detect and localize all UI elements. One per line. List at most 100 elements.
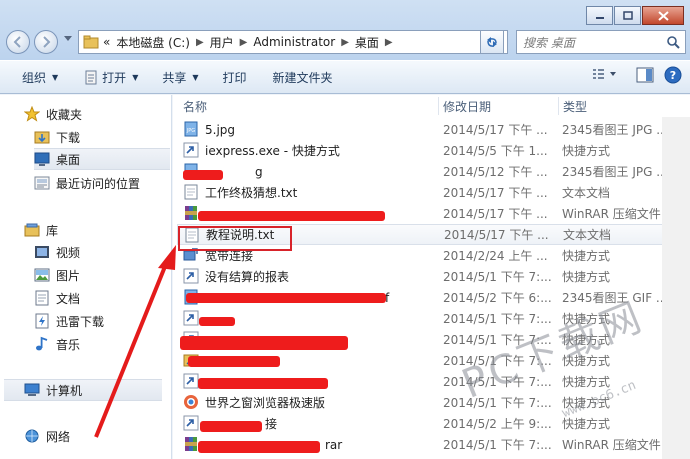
breadcrumb-local-disk[interactable]: 本地磁盘 (C:) (116, 34, 190, 51)
redaction (199, 317, 235, 326)
file-name: 没有结算的报表 (205, 270, 290, 284)
column-divider[interactable] (558, 97, 559, 115)
breadcrumb-separator-icon[interactable]: ▶ (341, 37, 349, 48)
back-button[interactable] (6, 30, 30, 54)
sidebar-item-label: 最近访问的位置 (56, 176, 141, 191)
browser-icon (183, 394, 199, 410)
redaction (198, 441, 320, 453)
title-bar: « 本地磁盘 (C:) ▶ 用户 ▶ Administrator ▶ 桌面 ▶ … (0, 0, 690, 60)
svg-text:JPG: JPG (186, 128, 195, 134)
download-folder-icon (34, 129, 50, 145)
breadcrumb-label: 桌面 (354, 35, 379, 50)
share-button[interactable]: 共享 ▼ (154, 65, 206, 89)
open-button[interactable]: 打开 ▼ (76, 65, 146, 89)
music-icon (34, 336, 50, 352)
command-bar: 组织 ▼ 打开 ▼ 共享 ▼ 打印 新建文件夹 ? (0, 60, 690, 94)
sidebar-item-favorites[interactable]: 收藏夹 (24, 103, 171, 125)
minimize-button[interactable] (586, 6, 613, 25)
file-date: 2014/5/5 下午 1... (443, 144, 548, 158)
file-type: 快捷方式 (562, 144, 611, 158)
breadcrumb-users[interactable]: 用户 (210, 34, 234, 51)
column-header-date[interactable]: 修改日期 (443, 95, 491, 117)
redaction (183, 170, 223, 180)
breadcrumb-administrator[interactable]: Administrator (253, 35, 335, 49)
file-date: 2014/5/17 下午 ... (443, 207, 548, 221)
file-row[interactable]: JPG 5.jpg 2014/5/17 下午 ... 2345看图王 JPG ... (177, 119, 668, 140)
refresh-button[interactable] (480, 30, 504, 54)
file-date: 2014/5/12 下午 ... (443, 165, 548, 179)
sidebar-item-label: 计算机 (46, 383, 83, 398)
search-placeholder: 搜索 桌面 (523, 35, 575, 50)
file-row[interactable]: iexpress.exe - 快捷方式 2014/5/5 下午 1... 快捷方式 (177, 140, 663, 161)
shortcut-icon (183, 142, 199, 158)
sidebar-item-video[interactable]: 视频 (34, 241, 171, 263)
network-icon (24, 428, 40, 444)
redaction (186, 293, 386, 303)
file-type: WinRAR 压缩文件 (562, 438, 661, 452)
navigation-pane: 收藏夹 下载 桌面 最近访问的位置 库 视频 图片 文档 迅雷下载 音乐 计算机 (0, 95, 172, 459)
breadcrumb-separator-icon[interactable]: ▶ (196, 37, 204, 48)
file-row[interactable]: JPGg2014/5/12 下午 ...2345看图王 JPG ... (177, 161, 668, 182)
file-type: 文本文档 (562, 186, 611, 200)
maximize-button[interactable] (614, 6, 641, 25)
recent-pages-dropdown-icon[interactable] (64, 36, 72, 42)
close-button[interactable] (642, 6, 684, 25)
print-button[interactable]: 打印 (215, 65, 255, 89)
chevron-down-icon: ▼ (132, 72, 139, 82)
view-options-icon[interactable] (592, 68, 618, 82)
back-arrow-icon (13, 36, 21, 48)
sidebar-item-computer[interactable]: 计算机 (4, 379, 162, 401)
new-folder-button[interactable]: 新建文件夹 (265, 65, 341, 89)
file-type: WinRAR 压缩文件 (562, 207, 661, 221)
sidebar-item-label: 视频 (56, 245, 81, 260)
breadcrumb-separator-icon[interactable]: ▶ (240, 37, 248, 48)
organize-button[interactable]: 组织 ▼ (14, 65, 66, 89)
share-label: 共享 (162, 70, 187, 85)
column-divider[interactable] (438, 97, 439, 115)
sidebar-item-documents[interactable]: 文档 (34, 287, 171, 309)
print-label: 打印 (222, 70, 247, 85)
documents-icon (34, 290, 50, 306)
column-header-type[interactable]: 类型 (563, 95, 587, 117)
sidebar-item-label: 网络 (46, 429, 71, 444)
forward-arrow-icon (43, 36, 51, 48)
sidebar-item-network[interactable]: 网络 (24, 425, 171, 447)
search-input[interactable]: 搜索 桌面 (516, 30, 686, 54)
shortcut-icon (183, 268, 199, 284)
column-header-name[interactable]: 名称 (183, 95, 207, 117)
sidebar-item-label: 库 (46, 223, 59, 238)
address-bar[interactable]: « 本地磁盘 (C:) ▶ 用户 ▶ Administrator ▶ 桌面 ▶ (78, 30, 508, 54)
sidebar-item-desktop[interactable]: 桌面 (34, 148, 170, 170)
file-name: 5.jpg (205, 122, 236, 137)
minimize-icon (595, 16, 604, 19)
file-row[interactable]: 工作终极猜想.txt 2014/5/17 下午 ... 文本文档 (177, 182, 663, 203)
file-list: 名称 修改日期 类型 JPG 5.jpg 2014/5/17 下午 ... 2345看… (173, 95, 690, 459)
notepad-icon (85, 70, 97, 84)
close-icon (657, 10, 669, 21)
search-icon[interactable] (666, 35, 680, 49)
sidebar-item-download[interactable]: 下载 (34, 126, 171, 148)
file-type: 文本文档 (563, 228, 612, 242)
sidebar-item-thunder[interactable]: 迅雷下载 (34, 310, 171, 332)
file-date: 2014/5/17 下午 ... (444, 228, 549, 242)
scrollbar[interactable] (662, 117, 690, 459)
file-row[interactable]: 没有结算的报表 2014/5/1 下午 7:... 快捷方式 (177, 266, 663, 287)
preview-pane-icon[interactable] (636, 67, 654, 83)
open-label: 打开 (102, 70, 127, 85)
address-overflow[interactable]: « (103, 35, 110, 49)
breadcrumb-desktop[interactable]: 桌面 (355, 34, 379, 51)
maximize-icon (622, 11, 633, 20)
help-icon[interactable]: ? (664, 66, 682, 84)
sidebar-item-recent[interactable]: 最近访问的位置 (34, 172, 171, 194)
file-date: 2014/5/2 下午 6:... (443, 291, 552, 305)
organize-label: 组织 (22, 70, 47, 85)
breadcrumb-separator-icon[interactable]: ▶ (385, 37, 393, 48)
breadcrumb-label: 本地磁盘 (C:) (116, 35, 190, 50)
video-icon (34, 244, 50, 260)
file-date: 2014/5/2 上午 9:... (443, 417, 552, 431)
thunder-download-icon (34, 313, 50, 329)
sidebar-item-music[interactable]: 音乐 (34, 333, 171, 355)
sidebar-item-library[interactable]: 库 (24, 219, 171, 241)
sidebar-item-pictures[interactable]: 图片 (34, 264, 171, 286)
forward-button[interactable] (34, 30, 58, 54)
